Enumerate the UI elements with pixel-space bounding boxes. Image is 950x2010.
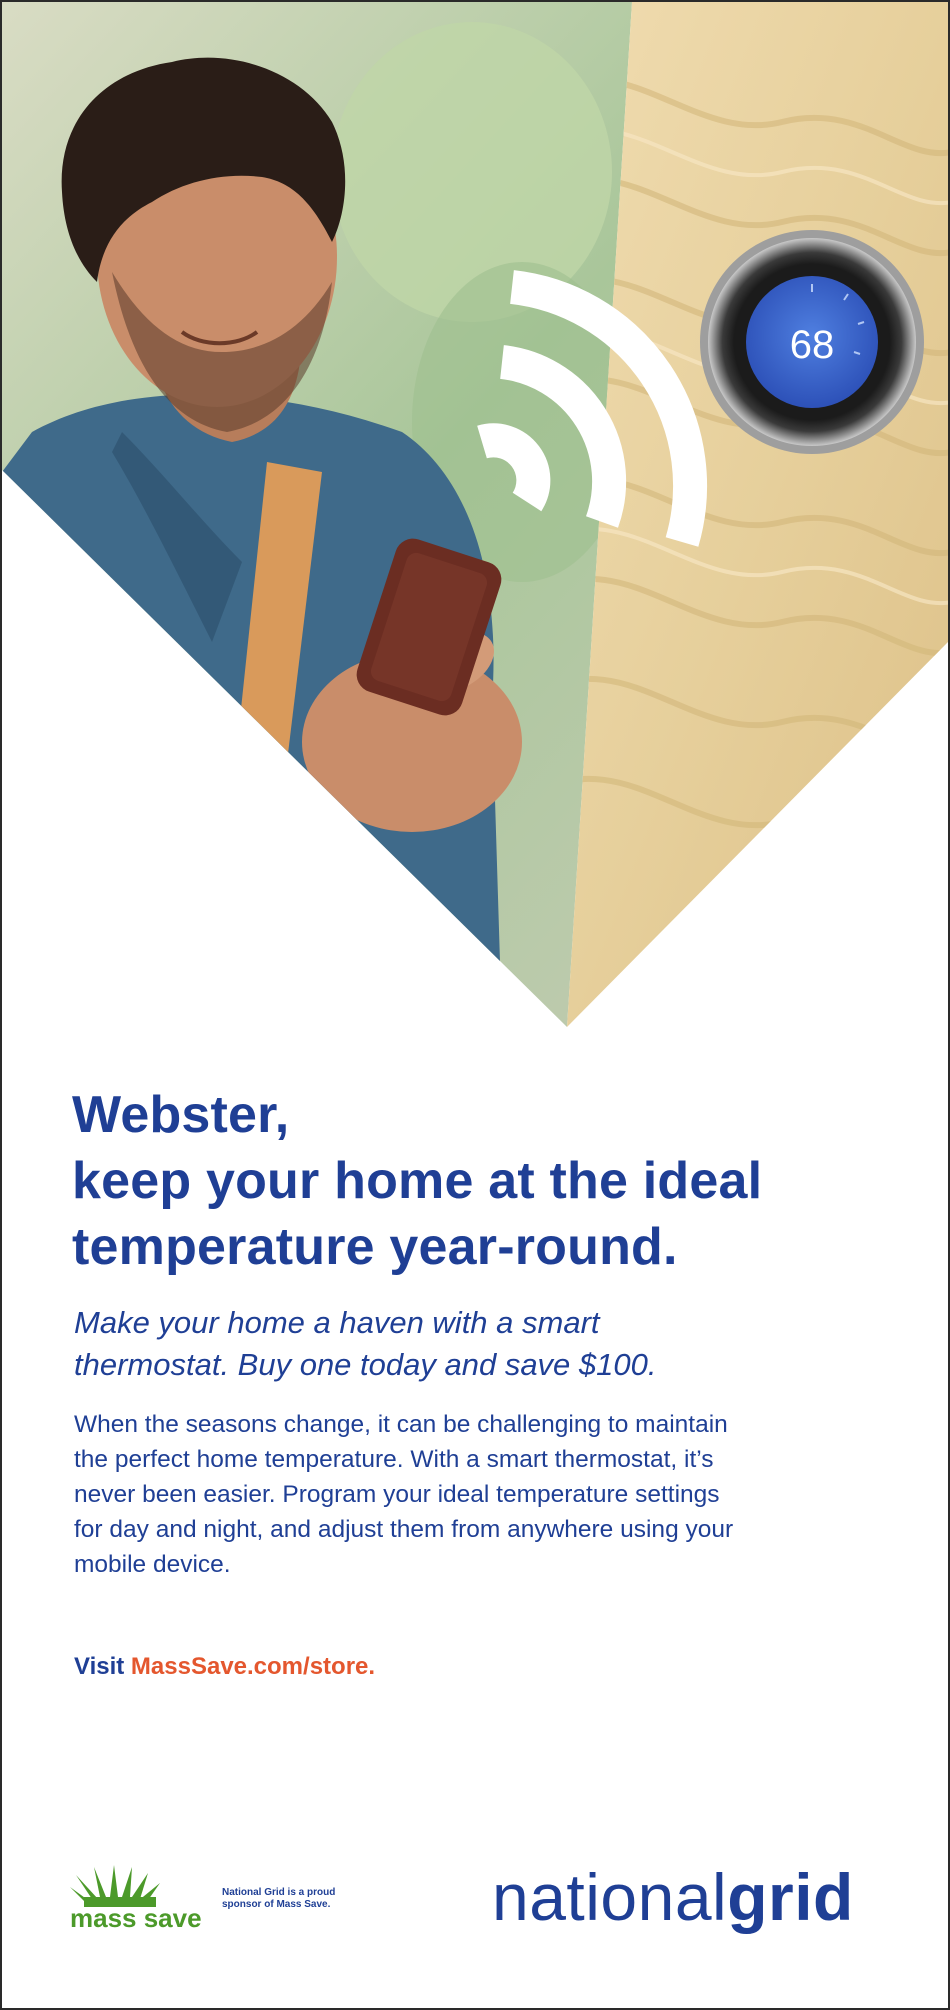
national-grid-logo-light: national bbox=[492, 1860, 728, 1934]
body-line-2: the perfect home temperature. With a sma… bbox=[74, 1446, 714, 1473]
thermostat-icon: 68 bbox=[700, 230, 924, 454]
body-line-1: When the seasons change, it can be chall… bbox=[74, 1411, 728, 1438]
advertisement-page: 68 Webster, keep your home at the ideal … bbox=[0, 0, 950, 2010]
subhead-line-2: thermostat. Buy one today and save $100. bbox=[74, 1347, 657, 1382]
sponsor-note: National Grid is a proud sponsor of Mass… bbox=[222, 1887, 382, 1911]
cta-visit-text: Visit bbox=[74, 1653, 131, 1680]
hero-illustration: 68 bbox=[2, 2, 948, 1032]
headline: Webster, keep your home at the ideal tem… bbox=[72, 1082, 892, 1280]
mass-save-lockup: mass save National Grid is a proud spons… bbox=[70, 1857, 390, 1937]
thermostat-temperature: 68 bbox=[790, 323, 835, 367]
masssave-store-link[interactable]: MassSave.com/store. bbox=[131, 1653, 375, 1680]
sunburst-icon bbox=[70, 1865, 160, 1907]
body-line-5: mobile device. bbox=[74, 1551, 231, 1578]
headline-line-3: temperature year-round. bbox=[72, 1218, 678, 1276]
call-to-action: Visit MassSave.com/store. bbox=[74, 1652, 375, 1682]
headline-line-1: Webster, bbox=[72, 1086, 290, 1144]
mass-save-wordmark: mass save bbox=[70, 1903, 202, 1933]
subhead-line-1: Make your home a haven with a smart bbox=[74, 1305, 600, 1340]
national-grid-logo-bold: grid bbox=[727, 1860, 854, 1934]
subheadline: Make your home a haven with a smart ther… bbox=[74, 1302, 874, 1386]
headline-line-2: keep your home at the ideal bbox=[72, 1152, 763, 1210]
national-grid-logo: nationalgrid bbox=[492, 1857, 854, 1937]
body-paragraph: When the seasons change, it can be chall… bbox=[74, 1407, 894, 1582]
body-line-4: for day and night, and adjust them from … bbox=[74, 1516, 734, 1543]
body-line-3: never been easier. Program your ideal te… bbox=[74, 1481, 720, 1508]
sponsor-line-2: sponsor of Mass Save. bbox=[222, 1899, 331, 1910]
mass-save-logo: mass save bbox=[70, 1865, 202, 1933]
sponsor-line-1: National Grid is a proud bbox=[222, 1887, 336, 1898]
hero-image: 68 bbox=[2, 2, 948, 1032]
